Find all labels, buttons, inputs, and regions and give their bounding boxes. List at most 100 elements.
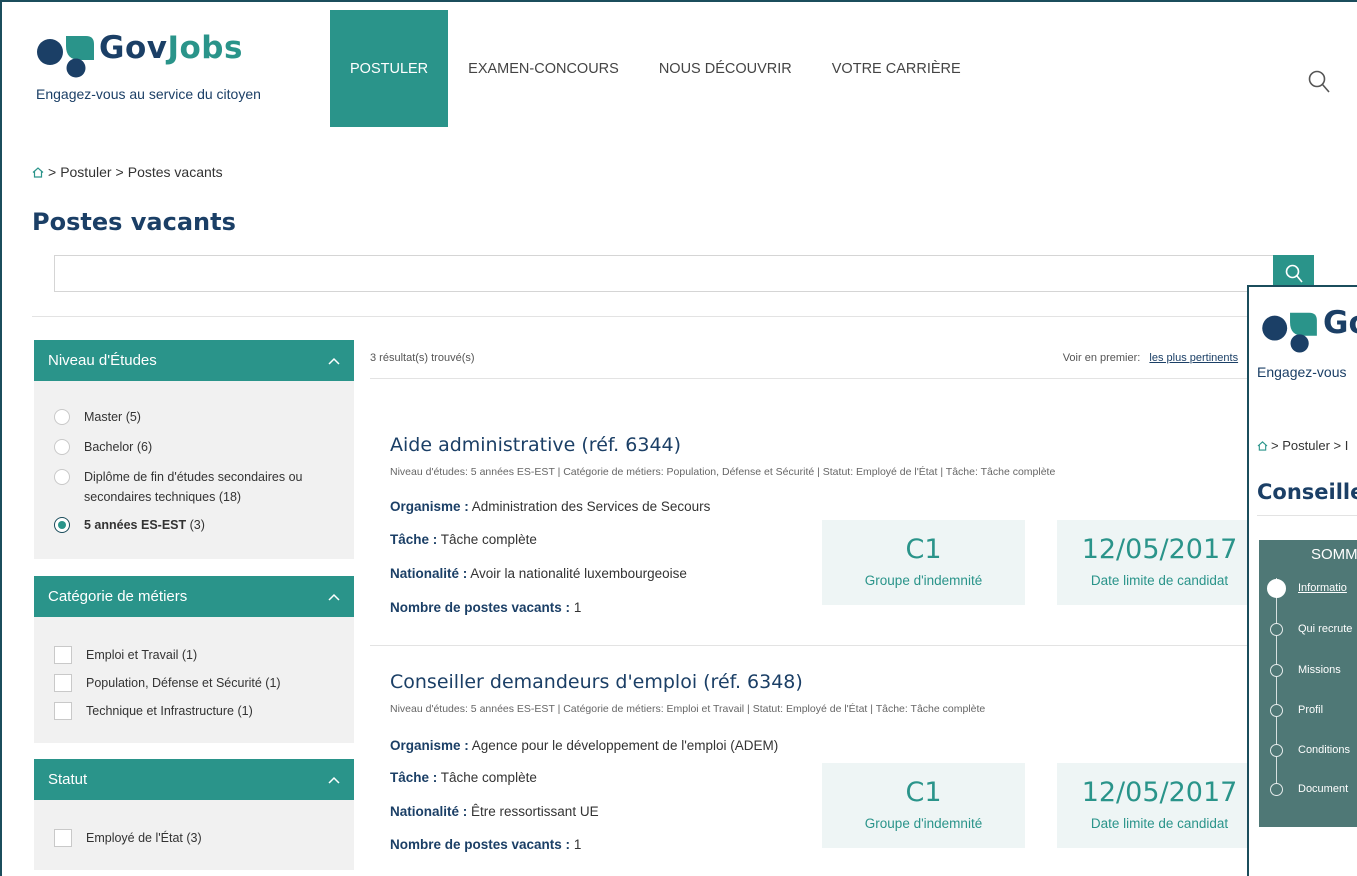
job-title[interactable]: Aide administrative (réf. 6344) <box>390 434 681 456</box>
job-separator <box>370 645 1262 646</box>
option-count: (3) <box>186 831 202 845</box>
summary-item-informations[interactable]: Informatio <box>1259 578 1357 598</box>
chevron-up-icon <box>328 593 340 601</box>
field-value: Tâche complète <box>440 770 537 785</box>
facet-title: Catégorie de métiers <box>48 588 188 605</box>
group-label: Groupe d'indemnité <box>864 573 983 588</box>
home-icon[interactable] <box>1257 440 1268 451</box>
option-count: (18) <box>218 490 242 504</box>
overlay-logo-text: Go <box>1323 305 1357 341</box>
job-meta: Niveau d'études: 5 années ES-EST | Catég… <box>390 466 1056 478</box>
summary-title: SOMM <box>1311 546 1357 563</box>
summary-label: Informatio <box>1298 582 1347 594</box>
radio[interactable] <box>54 439 70 455</box>
facet-option[interactable]: 5 années ES-EST (3) <box>54 515 354 535</box>
option-count: (1) <box>181 648 198 662</box>
deadline-value: 12/05/2017 <box>1081 777 1238 808</box>
summary-item-documents[interactable]: Document <box>1259 779 1357 799</box>
facet-option[interactable]: Bachelor (6) <box>54 437 354 457</box>
step-dot <box>1270 782 1283 796</box>
radio[interactable] <box>54 409 70 425</box>
overlay-divider <box>1257 515 1357 516</box>
field-value: Être ressortissant UE <box>471 804 599 819</box>
facet-header-status[interactable]: Statut <box>34 759 354 800</box>
deadline-label: Date limite de candidat <box>1090 573 1229 588</box>
job-organisme: Organisme : Administration des Services … <box>390 499 710 514</box>
detail-overlay-panel[interactable]: Go Engagez-vous > Postuler > I Conseille… <box>1247 285 1357 876</box>
radio-selected[interactable] <box>54 517 70 533</box>
job-card: Conseiller demandeurs d'emploi (réf. 634… <box>370 671 1262 876</box>
nav-votre-carriere[interactable]: VOTRE CARRIÈRE <box>812 10 981 127</box>
facet-option[interactable]: Master (5) <box>54 407 354 427</box>
sort-option-relevance[interactable]: les plus pertinents <box>1149 352 1238 364</box>
job-tache: Tâche : Tâche complète <box>390 532 537 547</box>
option-label: Diplôme de fin d'études secondaires ou s… <box>84 470 303 504</box>
summary-item-missions[interactable]: Missions <box>1259 660 1357 680</box>
search-input[interactable] <box>54 255 1274 292</box>
step-dot <box>1270 622 1283 636</box>
facet-body-category: Emploi et Travail (1) Population, Défens… <box>34 617 354 743</box>
search-icon[interactable] <box>1308 70 1330 94</box>
home-icon[interactable] <box>32 166 44 178</box>
summary-item-qui-recrute[interactable]: Qui recrute <box>1259 619 1357 639</box>
logo-wordmark: GovJobs <box>99 30 243 66</box>
facet-body-education: Master (5) Bachelor (6) Diplôme de fin d… <box>34 381 354 559</box>
group-tile: C1 Groupe d'indemnité <box>822 763 1025 848</box>
facet-body-status: Employé de l'État (3) <box>34 800 354 870</box>
summary-item-conditions[interactable]: Conditions <box>1259 740 1357 760</box>
nav-nous-decouvrir[interactable]: NOUS DÉCOUVRIR <box>639 10 812 127</box>
checkbox[interactable] <box>54 702 72 720</box>
facet-option[interactable]: Employé de l'État (3) <box>54 828 354 848</box>
facet-option[interactable]: Diplôme de fin d'études secondaires ou s… <box>54 467 324 507</box>
job-card: Aide administrative (réf. 6344) Niveau d… <box>370 434 1262 646</box>
field-label: Nationalité : <box>390 566 468 581</box>
facet-title: Statut <box>48 771 88 788</box>
facet-header-category[interactable]: Catégorie de métiers <box>34 576 354 617</box>
nav-examen-concours[interactable]: EXAMEN-CONCOURS <box>448 10 639 127</box>
job-meta: Niveau d'études: 5 années ES-EST | Catég… <box>390 703 986 715</box>
checkbox[interactable] <box>54 646 72 664</box>
overlay-breadcrumb: > Postuler > I <box>1257 438 1348 453</box>
job-postes: Nombre de postes vacants : 1 <box>390 837 581 852</box>
field-label: Organisme : <box>390 738 469 753</box>
job-organisme: Organisme : Agence pour le développement… <box>390 738 778 753</box>
step-dot <box>1270 743 1283 757</box>
summary-box: SOMM Informatio Qui recrute Missions Pro… <box>1259 540 1357 827</box>
breadcrumb-postuler[interactable]: Postuler <box>60 164 111 180</box>
overlay-title: Conseille <box>1257 480 1357 504</box>
checkbox[interactable] <box>54 829 72 847</box>
group-value: C1 <box>905 777 942 808</box>
field-label: Tâche : <box>390 770 438 785</box>
field-value: Agence pour le développement de l'emploi… <box>471 738 779 753</box>
option-count: (5) <box>125 410 141 424</box>
option-label: Technique et Infrastructure <box>86 704 234 718</box>
breadcrumb-sep: > <box>48 164 57 180</box>
deadline-label: Date limite de candidat <box>1090 816 1229 831</box>
summary-label: Qui recrute <box>1298 623 1353 635</box>
breadcrumb-current: Postes vacants <box>127 164 223 180</box>
field-value: Avoir la nationalité luxembourgeoise <box>470 566 687 581</box>
result-count: 3 résultat(s) trouvé(s) <box>370 352 475 364</box>
job-tache: Tâche : Tâche complète <box>390 770 537 785</box>
facet-option[interactable]: Population, Défense et Sécurité (1) <box>54 673 354 693</box>
summary-label: Missions <box>1298 664 1341 676</box>
summary-item-profil[interactable]: Profil <box>1259 700 1357 720</box>
logo-jobs: Jobs <box>167 30 243 66</box>
facet-header-education[interactable]: Niveau d'Études <box>34 340 354 381</box>
sort-label: Voir en premier: <box>1062 352 1141 364</box>
job-postes: Nombre de postes vacants : 1 <box>390 600 581 615</box>
checkbox[interactable] <box>54 674 72 692</box>
divider <box>32 316 1262 317</box>
logo-icon <box>37 36 94 78</box>
overlay-tagline: Engagez-vous <box>1257 364 1347 380</box>
page-title: Postes vacants <box>32 208 236 236</box>
option-count: (1) <box>237 704 253 718</box>
overlay-breadcrumb-text: > Postuler > I <box>1271 438 1349 453</box>
field-value: Tâche complète <box>440 532 537 547</box>
job-title[interactable]: Conseiller demandeurs d'emploi (réf. 634… <box>390 671 803 693</box>
facet-option[interactable]: Emploi et Travail (1) <box>54 645 354 665</box>
option-label: Emploi et Travail <box>86 648 179 662</box>
nav-postuler[interactable]: POSTULER <box>330 10 449 127</box>
radio[interactable] <box>54 469 70 485</box>
facet-option[interactable]: Technique et Infrastructure (1) <box>54 701 354 721</box>
